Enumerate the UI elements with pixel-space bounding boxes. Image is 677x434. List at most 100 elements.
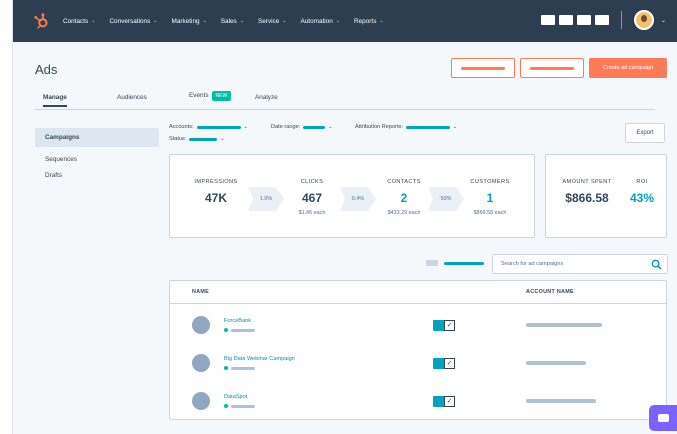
- stat-value: 2: [400, 191, 408, 205]
- stat-value: 467: [301, 191, 323, 205]
- contacts-stat: CONTACTS 2 $433.29 each: [376, 179, 432, 216]
- checkmark-icon: ✓: [444, 396, 455, 407]
- top-nav-bar: Contacts ⌄ Conversations ⌄ Marketing ⌄ Sale…: [13, 0, 677, 42]
- chevron-down-icon: ⌄: [328, 124, 333, 130]
- campaign-toggle[interactable]: ✓: [433, 320, 455, 331]
- stat-label: AMOUNT SPENT: [562, 179, 612, 185]
- campaign-status: [224, 366, 255, 370]
- chevron-down-icon: ⌄: [153, 18, 158, 24]
- table-row: ForceBank ✓: [170, 307, 666, 345]
- tab-bar: Manage Audiences Events NEW Analyze: [35, 91, 655, 110]
- toggle-option-active[interactable]: [444, 261, 484, 265]
- column-header-account-name[interactable]: ACCOUNT NAME: [526, 281, 574, 303]
- stat-label: IMPRESSIONS: [194, 179, 238, 185]
- campaign-toggle[interactable]: ✓: [433, 358, 455, 369]
- status-dot: [224, 366, 228, 370]
- filter-value: [189, 137, 218, 141]
- stat-value: 1: [486, 191, 494, 205]
- tab-manage[interactable]: Manage: [43, 94, 67, 107]
- nav-item-reports[interactable]: Reports ⌄: [354, 18, 384, 25]
- search-placeholder: Search for ad campaigns: [501, 261, 564, 267]
- utility-icon[interactable]: [540, 15, 555, 25]
- toggle-on: [433, 358, 444, 369]
- checkmark-icon: ✓: [444, 320, 455, 331]
- utility-icon[interactable]: [558, 15, 573, 25]
- export-button[interactable]: Export: [625, 123, 665, 143]
- chevron-down-icon: ⌄: [91, 18, 96, 24]
- nav-item-conversations[interactable]: Conversations ⌄: [109, 18, 157, 25]
- tab-analyze[interactable]: Analyze: [255, 94, 278, 101]
- stat-sub: $1.86 each: [298, 210, 326, 216]
- roi-stat: ROI 43%: [626, 179, 658, 205]
- campaign-avatar: [192, 354, 210, 372]
- app-frame: Contacts ⌄ Conversations ⌄ Marketing ⌄ Sale…: [12, 0, 677, 434]
- chevron-down-icon: ⌄: [239, 18, 244, 24]
- status-filter[interactable]: Status: ⌄: [169, 136, 225, 142]
- tab-events[interactable]: Events NEW: [189, 91, 232, 101]
- campaign-name-link[interactable]: ForceBank: [224, 318, 251, 324]
- spend-card: AMOUNT SPENT $866.58 ROI 43%: [545, 154, 667, 238]
- column-header-name[interactable]: NAME: [192, 281, 209, 303]
- nav-item-sales[interactable]: Sales ⌄: [221, 18, 244, 25]
- checkmark-icon: ✓: [444, 358, 455, 369]
- date-range-filter[interactable]: Date range: ⌄: [271, 124, 332, 130]
- chat-icon: [657, 414, 669, 422]
- button-label-placeholder: [530, 66, 574, 70]
- account-name-placeholder: [526, 361, 586, 365]
- campaign-status: [224, 404, 255, 408]
- conversion-rate-chevron: 0.4%: [340, 187, 376, 211]
- sidebar-item-sequences[interactable]: Sequences: [35, 151, 159, 167]
- stat-label: CLICKS: [300, 179, 324, 185]
- nav-label: Marketing: [171, 17, 200, 25]
- utility-icon[interactable]: [576, 15, 591, 25]
- customers-stat: CUSTOMERS 1 $866.58 each: [460, 179, 520, 216]
- chevron-down-icon: ⌄: [452, 124, 458, 130]
- utility-icon[interactable]: [594, 15, 609, 25]
- table-row: DataSpot ✓: [170, 383, 666, 421]
- secondary-button[interactable]: [451, 58, 515, 78]
- button-label-placeholder: [461, 66, 505, 70]
- campaign-toggle[interactable]: ✓: [433, 396, 455, 407]
- nav-item-automation[interactable]: Automation ⌄: [300, 18, 340, 25]
- status-dot: [224, 404, 228, 408]
- sidebar-item-campaigns[interactable]: Campaigns: [35, 128, 159, 147]
- search-icon[interactable]: [651, 259, 662, 270]
- nav-label: Automation: [300, 17, 333, 25]
- new-badge: NEW: [211, 91, 232, 101]
- user-avatar[interactable]: [633, 10, 654, 30]
- nav-label: Service: [257, 17, 280, 25]
- stat-sub: $866.58 each: [473, 210, 507, 216]
- sidebar-item-drafts[interactable]: Drafts: [35, 167, 159, 183]
- filter-value: [405, 125, 450, 129]
- accounts-filter[interactable]: Accounts: ⌄: [169, 124, 248, 130]
- view-toggle[interactable]: [426, 260, 484, 266]
- secondary-button[interactable]: [520, 58, 584, 78]
- create-ad-campaign-button[interactable]: Create ad campaign: [589, 58, 667, 78]
- conversion-rate-chevron: 50%: [428, 187, 464, 211]
- chat-widget-button[interactable]: [649, 405, 677, 431]
- nav-item-contacts[interactable]: Contacts ⌄: [63, 18, 95, 25]
- toggle-on: [433, 396, 444, 407]
- attribution-reports-filter[interactable]: Attribution Reports: ⌄: [355, 124, 457, 130]
- funnel-card: IMPRESSIONS 47K 1.0% CLICKS 467 $1.86 ea…: [169, 154, 535, 238]
- nav-item-service[interactable]: Service ⌄: [258, 18, 287, 25]
- chevron-down-icon[interactable]: ⌄: [661, 17, 666, 24]
- amount-spent-stat: AMOUNT SPENT $866.58: [556, 179, 618, 205]
- campaigns-table: NAME ACCOUNT NAME ForceBank ✓ Big Data W…: [169, 280, 667, 420]
- tab-label: Events: [189, 92, 209, 99]
- status-text-placeholder: [231, 366, 255, 370]
- sidebar: Campaigns Sequences Drafts: [35, 128, 159, 183]
- conversion-rate-chevron: 1.0%: [248, 187, 284, 211]
- campaign-name-link[interactable]: DataSpot: [224, 394, 247, 400]
- campaign-name-link[interactable]: Big Data Webinar Campaign: [224, 356, 295, 362]
- filter-bar: Accounts: ⌄ Date range: ⌄ Attribution Re…: [169, 124, 669, 148]
- chevron-down-icon: ⌄: [379, 18, 384, 24]
- tab-audiences[interactable]: Audiences: [117, 94, 147, 101]
- hubspot-logo-icon[interactable]: [31, 10, 53, 32]
- top-nav-utilities: ⌄: [540, 10, 666, 30]
- nav-item-marketing[interactable]: Marketing ⌄: [172, 18, 207, 25]
- search-input[interactable]: Search for ad campaigns: [492, 254, 668, 274]
- stat-value: 47K: [204, 191, 227, 205]
- toggle-on: [433, 320, 444, 331]
- toggle-option[interactable]: [426, 260, 438, 266]
